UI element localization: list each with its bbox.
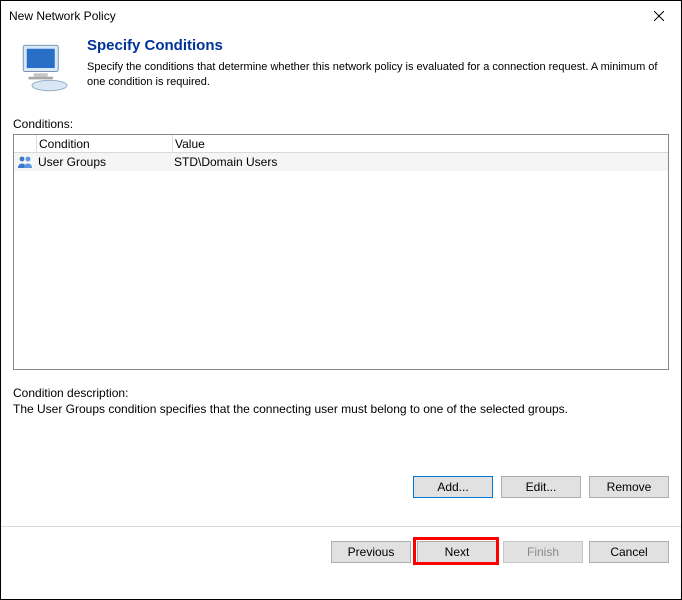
page-subtitle: Specify the conditions that determine wh… (87, 60, 667, 90)
title-bar: New Network Policy (1, 1, 681, 31)
column-value[interactable]: Value (172, 135, 668, 152)
conditions-list[interactable]: Condition Value User Groups STD\Domain U… (13, 134, 669, 370)
wizard-header: Specify Conditions Specify the condition… (1, 31, 681, 117)
close-icon (654, 8, 664, 24)
row-condition: User Groups (36, 155, 172, 169)
remove-button[interactable]: Remove (589, 476, 669, 498)
window-title: New Network Policy (9, 9, 116, 23)
wizard-icon (15, 37, 77, 99)
previous-button[interactable]: Previous (331, 541, 411, 563)
edit-button[interactable]: Edit... (501, 476, 581, 498)
row-value: STD\Domain Users (172, 155, 668, 169)
list-header: Condition Value (14, 135, 668, 153)
description-label: Condition description: (1, 370, 681, 402)
column-condition[interactable]: Condition (36, 135, 172, 152)
conditions-label: Conditions: (1, 117, 681, 134)
wizard-footer: Previous Next Finish Cancel (1, 527, 681, 563)
next-button[interactable]: Next (417, 541, 497, 563)
description-text: The User Groups condition specifies that… (1, 402, 681, 416)
user-groups-icon (14, 155, 36, 169)
add-button[interactable]: Add... (413, 476, 493, 498)
table-row[interactable]: User Groups STD\Domain Users (14, 153, 668, 171)
close-button[interactable] (637, 1, 681, 31)
page-title: Specify Conditions (87, 37, 667, 54)
finish-button: Finish (503, 541, 583, 563)
condition-actions: Add... Edit... Remove (1, 416, 681, 498)
cancel-button[interactable]: Cancel (589, 541, 669, 563)
